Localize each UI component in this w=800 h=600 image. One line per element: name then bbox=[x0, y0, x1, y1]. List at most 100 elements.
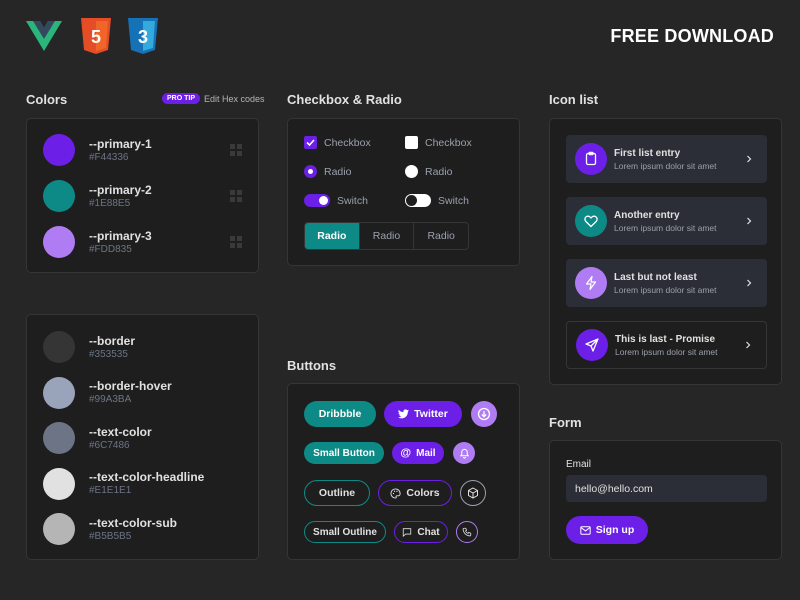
colors-label: Colors bbox=[406, 487, 440, 499]
list-item-title: Another entry bbox=[614, 209, 680, 221]
grid-icon[interactable] bbox=[230, 190, 242, 202]
switch-label: Switch bbox=[337, 194, 368, 207]
small-outline-label: Small Outline bbox=[313, 526, 377, 538]
html5-logo-text: 5 bbox=[91, 27, 101, 47]
list-item[interactable]: First list entry Lorem ipsum dolor sit am… bbox=[566, 135, 767, 183]
list-item-icon-circle bbox=[575, 267, 607, 299]
chevron-right-icon bbox=[747, 155, 752, 163]
outline-button[interactable]: Outline bbox=[304, 480, 370, 506]
list-item-text: Last but not least Lorem ipsum dolor sit … bbox=[614, 271, 745, 296]
radio-unselected[interactable]: Radio bbox=[405, 165, 452, 178]
color-row-border-hover: --border-hover #99A3BA bbox=[43, 376, 172, 409]
checkbox-unchecked[interactable]: Checkbox bbox=[405, 136, 472, 149]
switch-label: Switch bbox=[438, 194, 469, 207]
icon-list-card: First list entry Lorem ipsum dolor sit am… bbox=[549, 118, 782, 385]
bell-icon bbox=[459, 448, 469, 459]
css3-logo-text: 3 bbox=[138, 27, 148, 47]
small-button[interactable]: Small Button bbox=[304, 442, 384, 464]
radio-selected[interactable]: Radio bbox=[304, 165, 351, 178]
color-row-primary-3: --primary-3 #FDD835 bbox=[43, 226, 152, 258]
chat-icon bbox=[403, 528, 412, 537]
checkbox-label: Checkbox bbox=[425, 136, 472, 149]
checkbox-checked[interactable]: Checkbox bbox=[304, 136, 371, 149]
chevron-right-icon bbox=[747, 217, 752, 225]
radio-selected-dot[interactable] bbox=[304, 165, 317, 178]
color-meta: --text-color-headline #E1E1E1 bbox=[89, 470, 204, 497]
small-button-label: Small Button bbox=[313, 447, 375, 459]
list-item[interactable]: Last but not least Lorem ipsum dolor sit … bbox=[566, 259, 767, 307]
protip: PRO TIP Edit Hex codes bbox=[162, 93, 265, 104]
switch-on[interactable]: Switch bbox=[304, 194, 368, 207]
color-name: --text-color-headline bbox=[89, 470, 205, 484]
list-item[interactable]: This is last - Promise Lorem ipsum dolor … bbox=[566, 321, 767, 369]
color-hex: #F44336 bbox=[89, 151, 129, 163]
form-title: Form bbox=[549, 415, 582, 430]
buttons-card: Dribbble Twitter Small Button @ Mail Out… bbox=[287, 383, 520, 560]
list-item-title: Last but not least bbox=[614, 271, 697, 283]
dribbble-button[interactable]: Dribbble bbox=[304, 401, 376, 427]
checkbox-checked-box[interactable] bbox=[304, 136, 317, 149]
primary-colors-card: --primary-1 #F44336 --primary-2 #1E88E5 --pr… bbox=[26, 118, 259, 273]
grid-icon[interactable] bbox=[230, 144, 242, 156]
email-label: Email bbox=[566, 459, 592, 470]
free-download-link[interactable]: FREE DOWNLOAD bbox=[610, 26, 774, 47]
color-name: --primary-3 bbox=[89, 228, 152, 243]
small-outline-button[interactable]: Small Outline bbox=[304, 521, 386, 543]
color-hex: #353535 bbox=[89, 348, 128, 360]
color-hex: #99A3BA bbox=[89, 394, 132, 405]
list-item-subtitle: Lorem ipsum dolor sit amet bbox=[614, 284, 717, 295]
grid-icon[interactable] bbox=[230, 236, 242, 248]
color-meta: --primary-1 #F44336 bbox=[89, 137, 152, 164]
dribbble-label: Dribbble bbox=[318, 408, 362, 420]
color-name: --primary-1 bbox=[89, 136, 152, 151]
phone-icon bbox=[462, 527, 472, 537]
list-item-title: This is last - Promise bbox=[615, 333, 716, 345]
segment-radio-1[interactable]: Radio bbox=[305, 223, 360, 249]
switch-off[interactable]: Switch bbox=[405, 194, 469, 207]
color-name: --border bbox=[89, 333, 135, 348]
protip-text: Edit Hex codes bbox=[204, 93, 265, 104]
send-icon bbox=[585, 338, 599, 352]
cube-icon-button[interactable] bbox=[460, 480, 486, 506]
color-meta: --border-hover #99A3BA bbox=[89, 379, 172, 406]
bell-icon-button[interactable] bbox=[453, 442, 475, 464]
sign-up-label: Sign up bbox=[595, 524, 635, 536]
envelope-icon bbox=[580, 525, 591, 535]
phone-icon-button[interactable] bbox=[456, 521, 478, 543]
switch-off-toggle[interactable] bbox=[405, 194, 431, 207]
color-hex: #E1E1E1 bbox=[89, 485, 132, 496]
color-name: --primary-2 bbox=[89, 182, 152, 197]
list-item[interactable]: Another entry Lorem ipsum dolor sit amet bbox=[566, 197, 767, 245]
checkbox-radio-card: Checkbox Checkbox Radio Radio Switch Swi… bbox=[287, 118, 520, 266]
segment-radio-3[interactable]: Radio bbox=[414, 223, 468, 249]
color-hex: #1E88E5 bbox=[89, 197, 131, 209]
heart-icon bbox=[584, 215, 598, 228]
email-field[interactable]: hello@hello.com bbox=[566, 475, 767, 502]
color-hex: #FDD835 bbox=[89, 243, 132, 255]
mail-button[interactable]: @ Mail bbox=[392, 442, 444, 464]
chat-button[interactable]: Chat bbox=[394, 521, 448, 543]
twitter-button[interactable]: Twitter bbox=[384, 401, 462, 427]
clipboard-icon bbox=[585, 151, 597, 166]
switch-on-toggle[interactable] bbox=[304, 194, 330, 207]
color-meta: --primary-2 #1E88E5 bbox=[89, 183, 152, 210]
radio-label: Radio bbox=[324, 165, 352, 178]
list-item-icon-circle bbox=[575, 205, 607, 237]
check-icon bbox=[306, 139, 315, 147]
color-row-text-color-headline: --text-color-headline #E1E1E1 bbox=[43, 467, 204, 500]
list-item-text: This is last - Promise Lorem ipsum dolor … bbox=[615, 333, 744, 358]
css3-logo: 3 bbox=[128, 18, 158, 54]
color-swatch bbox=[43, 331, 75, 363]
color-meta: --text-color #6C7486 bbox=[89, 425, 152, 452]
radio-unselected-dot[interactable] bbox=[405, 165, 418, 178]
segment-radio-2[interactable]: Radio bbox=[360, 223, 415, 249]
list-item-icon-circle bbox=[575, 143, 607, 175]
checkbox-unchecked-box[interactable] bbox=[405, 136, 418, 149]
colors-button[interactable]: Colors bbox=[378, 480, 452, 506]
sign-up-button[interactable]: Sign up bbox=[566, 516, 648, 544]
colors-title: Colors bbox=[26, 92, 68, 107]
chevron-right-icon bbox=[747, 279, 752, 287]
checkbox-label: Checkbox bbox=[324, 136, 371, 149]
download-icon-button[interactable] bbox=[471, 401, 497, 427]
color-row-text-color: --text-color #6C7486 bbox=[43, 422, 152, 454]
